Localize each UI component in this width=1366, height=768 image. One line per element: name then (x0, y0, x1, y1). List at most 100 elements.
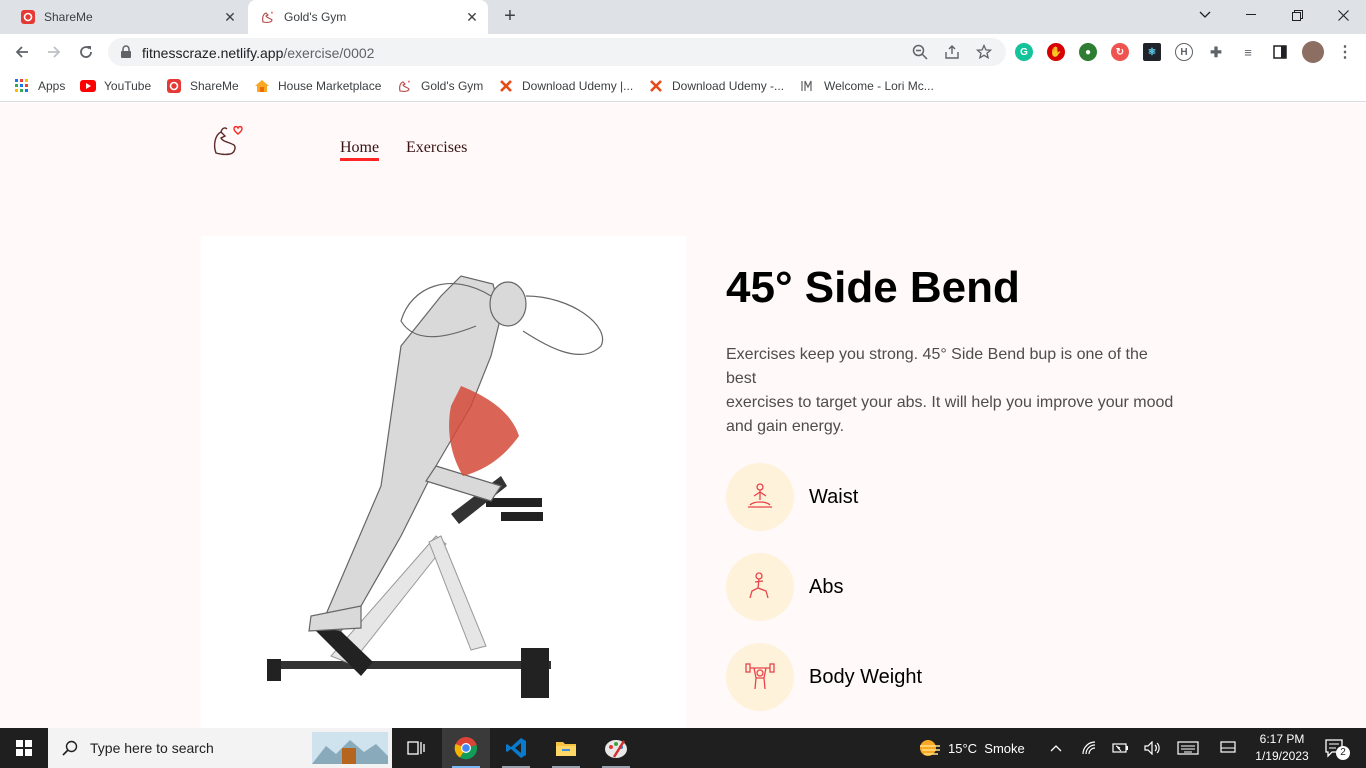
browser-toolbar: fitnesscraze.netlify.app/exercise/0002 G… (0, 34, 1366, 70)
exercise-image (201, 236, 686, 728)
shareme-icon (20, 9, 36, 25)
weather-text: 15°C Smoke (948, 740, 1025, 756)
chrome-taskbar-icon[interactable] (442, 728, 490, 768)
reading-list-icon[interactable]: ≡ (1239, 43, 1257, 61)
close-window-button[interactable] (1320, 0, 1366, 30)
gym-icon (397, 78, 413, 94)
file-explorer-taskbar-icon[interactable] (542, 728, 590, 768)
tab-golds-gym[interactable]: Gold's Gym ✕ (248, 0, 488, 34)
nav-exercises-link[interactable]: Exercises (406, 139, 467, 157)
bookmark-label: Gold's Gym (421, 79, 484, 93)
bookmark-shareme[interactable]: ShareMe (166, 77, 239, 95)
apps-grid-icon (14, 78, 30, 94)
bookmark-label: Apps (38, 79, 66, 93)
highlighted-muscle (449, 386, 519, 476)
bookmark-label: Welcome - Lori Mc... (824, 79, 934, 93)
tag-label: Body Weight (809, 665, 923, 688)
taskbar-search-box[interactable]: Type here to search (48, 728, 392, 768)
show-hidden-icons-chevron-icon[interactable] (1050, 728, 1062, 768)
bookmark-download-udemy-2[interactable]: Download Udemy -... (648, 77, 784, 95)
search-placeholder: Type here to search (90, 740, 214, 756)
tag-label: Waist (809, 485, 859, 508)
site-logo[interactable] (212, 123, 248, 159)
windows-taskbar: Type here to search 15°C Smoke 6:17 PM 1… (0, 728, 1366, 768)
restore-button[interactable] (1274, 0, 1320, 30)
adblock-icon[interactable]: ✋ (1047, 43, 1065, 61)
shareme-icon (166, 78, 182, 94)
menu-kebab-icon[interactable]: ⋮ (1336, 43, 1354, 61)
weather-widget[interactable]: 15°C Smoke (918, 728, 1025, 768)
exercise-description: Exercises keep you strong. 45° Side Bend… (726, 343, 1176, 439)
house-icon (254, 78, 270, 94)
paint-app-taskbar-icon[interactable] (592, 728, 640, 768)
tab-strip: ShareMe ✕ Gold's Gym ✕ + (0, 0, 1366, 34)
zoom-icon[interactable] (912, 44, 928, 60)
extensions-puzzle-icon[interactable]: ✚ (1207, 43, 1225, 61)
tag-body-weight[interactable]: Body Weight (726, 643, 922, 711)
exercise-title: 45° Side Bend (726, 263, 1020, 312)
search-highlight-image (312, 732, 388, 764)
tab-search-icon[interactable] (1182, 0, 1228, 30)
bookmark-label: Download Udemy -... (672, 79, 785, 93)
url-host: fitnesscraze.netlify.app (142, 45, 284, 61)
url-path: /exercise/0002 (283, 45, 375, 61)
profile-avatar[interactable] (1302, 41, 1324, 63)
volume-icon[interactable] (1144, 728, 1162, 768)
bookmark-youtube[interactable]: YouTube (80, 77, 151, 95)
tag-waist[interactable]: Waist (726, 463, 858, 531)
clock-time: 6:17 PM (1259, 732, 1305, 746)
side-panel-icon[interactable] (1271, 43, 1289, 61)
bookmark-star-icon[interactable] (976, 44, 992, 60)
vscode-taskbar-icon[interactable] (492, 728, 540, 768)
url-text: fitnesscraze.netlify.app/exercise/0002 (142, 45, 374, 61)
new-tab-button[interactable]: + (498, 5, 522, 29)
page-content: Home Exercises 45° Side Bend Exercises k… (0, 103, 1366, 728)
back-button[interactable] (10, 40, 34, 64)
lunge-icon (726, 553, 794, 621)
close-tab-icon[interactable]: ✕ (464, 9, 480, 25)
notification-center-icon[interactable]: 2 (1324, 728, 1350, 768)
keyboard-icon[interactable] (1177, 728, 1199, 768)
bookmark-welcome-lori[interactable]: Welcome - Lori Mc... (800, 77, 934, 95)
address-bar[interactable]: fitnesscraze.netlify.app/exercise/0002 (108, 38, 1006, 66)
close-tab-icon[interactable]: ✕ (222, 9, 238, 25)
minimize-button[interactable] (1228, 0, 1274, 30)
lm-icon (800, 78, 816, 94)
clock-date: 1/19/2023 (1255, 749, 1309, 763)
bookmark-label: ShareMe (190, 79, 239, 93)
forward-button[interactable] (42, 40, 66, 64)
meditation-icon (726, 463, 794, 531)
bookmark-house-marketplace[interactable]: House Marketplace (254, 77, 381, 95)
react-devtools-icon[interactable]: ⚛ (1143, 43, 1161, 61)
nav-home-link[interactable]: Home (340, 139, 380, 161)
display-icon[interactable] (1220, 728, 1236, 768)
battery-icon[interactable] (1112, 728, 1130, 768)
bookmark-download-udemy-1[interactable]: Download Udemy |... (498, 77, 633, 95)
extension-refresh-icon[interactable]: ↻ (1111, 43, 1129, 61)
grammarly-icon[interactable]: G (1015, 43, 1033, 61)
x-icon (648, 78, 664, 94)
tab-title: ShareMe (44, 10, 93, 24)
task-view-icon[interactable] (392, 728, 440, 768)
tab-shareme[interactable]: ShareMe ✕ (0, 0, 246, 34)
lock-icon (120, 45, 132, 64)
gym-icon (260, 9, 276, 25)
wifi-icon[interactable] (1082, 728, 1098, 768)
reload-button[interactable] (74, 40, 98, 64)
tag-label: Abs (809, 575, 844, 598)
weather-sun-icon (918, 738, 942, 758)
extension-globe-icon[interactable]: ● (1079, 43, 1097, 61)
bookmark-label: Download Udemy |... (522, 79, 634, 93)
windows-start-icon[interactable] (0, 728, 48, 768)
search-icon (62, 740, 78, 756)
bookmarks-bar: Apps YouTube ShareMe House Marketplace G… (0, 70, 1366, 102)
notification-count: 2 (1336, 746, 1350, 760)
share-icon[interactable] (944, 44, 960, 60)
extension-h-icon[interactable]: H (1175, 43, 1193, 61)
bookmark-apps[interactable]: Apps (14, 77, 65, 95)
bookmark-golds-gym[interactable]: Gold's Gym (397, 77, 483, 95)
tag-abs[interactable]: Abs (726, 553, 843, 621)
tab-title: Gold's Gym (284, 10, 347, 24)
description-line: exercises to target your abs. It will he… (726, 394, 1174, 435)
taskbar-clock[interactable]: 6:17 PM 1/19/2023 (1252, 731, 1312, 765)
